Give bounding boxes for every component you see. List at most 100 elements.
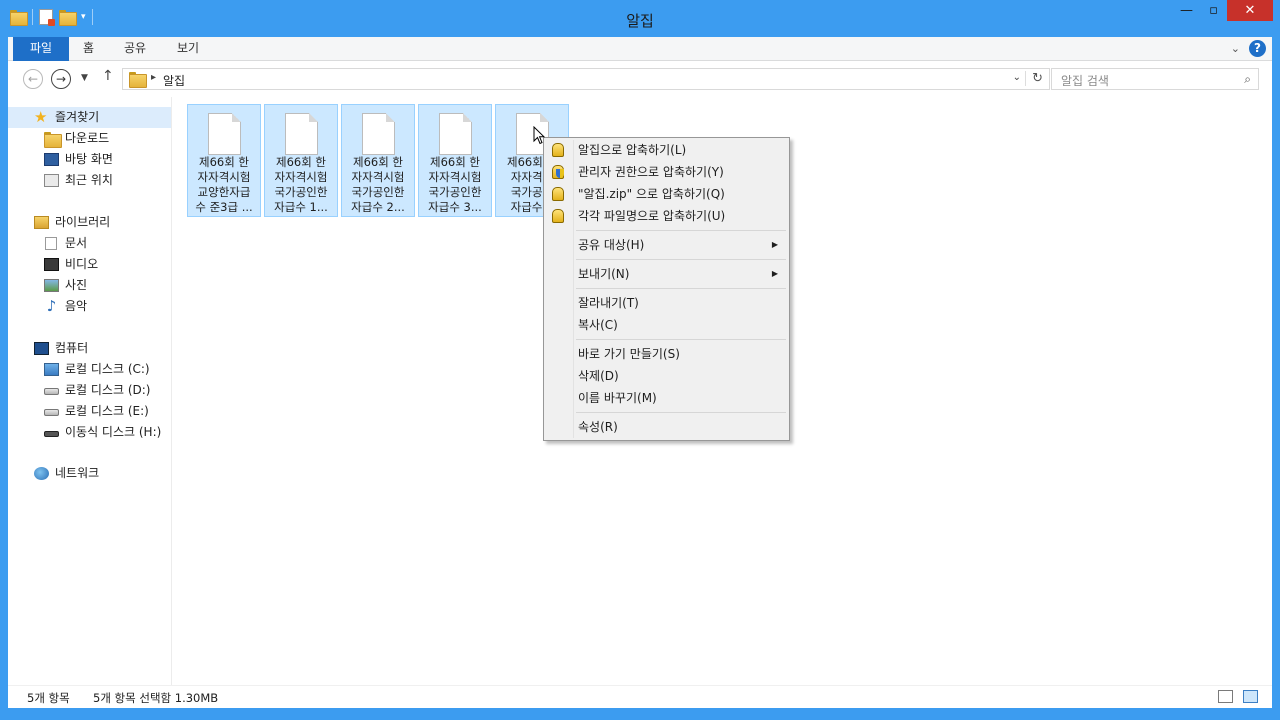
- menu-item-cut[interactable]: 잘라내기(T): [578, 293, 786, 313]
- system-drive-icon: [44, 363, 59, 376]
- alzip-icon: [552, 209, 564, 223]
- tab-share[interactable]: 공유: [124, 37, 146, 61]
- menu-item-share-with[interactable]: 공유 대상(H) ▶: [578, 235, 786, 255]
- menu-item-label: 알집으로 압축하기(L): [578, 143, 687, 157]
- alzip-icon: [552, 187, 564, 201]
- search-placeholder: 알집 검색: [1061, 74, 1109, 88]
- sidebar-item-documents[interactable]: 문서: [8, 233, 171, 254]
- removable-drive-icon: [44, 431, 59, 437]
- title-bar: ▾ 알집 — ▫ ✕: [0, 0, 1280, 37]
- submenu-arrow-icon: ▶: [771, 240, 778, 249]
- sidebar-item-label: 로컬 디스크 (C:): [65, 362, 150, 376]
- library-icon: [34, 216, 49, 229]
- menu-item-send-to[interactable]: 보내기(N) ▶: [578, 264, 786, 284]
- breadcrumb-current[interactable]: 알집: [163, 72, 185, 89]
- file-item[interactable]: 제66회 한 자자격시험 국가공인한 자급수 2...: [341, 104, 415, 217]
- drive-icon: [44, 388, 59, 395]
- sidebar-item-label: 최근 위치: [65, 173, 113, 187]
- sidebar-item-label: 즐겨찾기: [55, 110, 100, 124]
- sidebar-item-label: 로컬 디스크 (E:): [65, 404, 149, 418]
- navigation-pane: ★ 즐겨찾기 다운로드 바탕 화면 최근 위치 라이브러리 문서 비디오 사진 …: [8, 97, 172, 685]
- help-icon[interactable]: ?: [1249, 40, 1266, 57]
- sidebar-item-pictures[interactable]: 사진: [8, 275, 171, 296]
- file-name: 제66회 한 자자격시험 국가공인한 자급수 2...: [351, 155, 405, 214]
- menu-item-label: 이름 바꾸기(M): [578, 391, 657, 405]
- menu-item-label: 바로 가기 만들기(S): [578, 347, 680, 361]
- up-button[interactable]: ↑: [102, 68, 114, 84]
- menu-item-label: 각각 파일명으로 압축하기(U): [578, 209, 726, 223]
- tab-file[interactable]: 파일: [13, 37, 69, 61]
- menu-item-label: 속성(R): [578, 420, 618, 434]
- file-item[interactable]: 제66회 한 자자격시험 교양한자급 수 준3급 ...: [187, 104, 261, 217]
- refresh-icon[interactable]: ↻: [1025, 71, 1043, 86]
- sidebar-item-network[interactable]: 네트워크: [8, 463, 171, 484]
- sidebar-item-label: 컴퓨터: [55, 341, 89, 355]
- sidebar-item-drive-c[interactable]: 로컬 디스크 (C:): [8, 359, 171, 380]
- recent-locations-icon[interactable]: ▼: [81, 73, 88, 83]
- star-icon: ★: [34, 108, 48, 126]
- sidebar-item-downloads[interactable]: 다운로드: [8, 128, 171, 149]
- view-switcher: [1218, 690, 1258, 703]
- menu-item-compress-to-zip[interactable]: "알집.zip" 으로 압축하기(Q): [578, 184, 786, 204]
- close-button[interactable]: ✕: [1227, 0, 1273, 21]
- window-title: 알집: [626, 12, 654, 30]
- music-icon: ♪: [46, 297, 57, 315]
- window-controls: — ▫ ✕: [1173, 0, 1273, 21]
- sidebar-item-drive-e[interactable]: 로컬 디스크 (E:): [8, 401, 171, 422]
- sidebar-item-label: 이동식 디스크 (H:): [65, 425, 162, 439]
- download-folder-icon: [44, 132, 62, 148]
- search-icon[interactable]: ⌕: [1244, 72, 1251, 87]
- documents-icon: [45, 237, 57, 250]
- forward-button[interactable]: →: [51, 69, 71, 89]
- mouse-cursor-icon: [533, 126, 545, 145]
- address-bar[interactable]: ▸ 알집 ⌄ ↻: [122, 68, 1050, 90]
- menu-item-compress-alzip[interactable]: 알집으로 압축하기(L): [578, 140, 786, 160]
- tab-home[interactable]: 홈: [83, 37, 94, 61]
- sidebar-item-desktop[interactable]: 바탕 화면: [8, 149, 171, 170]
- menu-separator: [576, 288, 786, 289]
- menu-separator: [576, 259, 786, 260]
- minimize-button[interactable]: —: [1173, 0, 1200, 21]
- menu-item-compress-each[interactable]: 각각 파일명으로 압축하기(U): [578, 206, 786, 226]
- document-icon: [362, 113, 395, 155]
- sidebar-item-label: 바탕 화면: [65, 152, 113, 166]
- search-box[interactable]: 알집 검색 ⌕: [1051, 68, 1259, 90]
- computer-icon: [34, 342, 49, 355]
- menu-item-label: "알집.zip" 으로 압축하기(Q): [578, 187, 725, 201]
- sidebar-item-libraries[interactable]: 라이브러리: [8, 212, 171, 233]
- menu-item-rename[interactable]: 이름 바꾸기(M): [578, 388, 786, 408]
- sidebar-item-videos[interactable]: 비디오: [8, 254, 171, 275]
- menu-item-copy[interactable]: 복사(C): [578, 315, 786, 335]
- menu-item-compress-admin[interactable]: 관리자 권한으로 압축하기(Y): [578, 162, 786, 182]
- sidebar-item-recent[interactable]: 최근 위치: [8, 170, 171, 191]
- sidebar-item-music[interactable]: ♪ 음악: [8, 296, 171, 317]
- explorer-window: ▾ 알집 — ▫ ✕ 파일 홈 공유 보기 ⌄ ? ← → ▼ ↑ ▸ 알집 ⌄…: [0, 0, 1280, 720]
- menu-item-label: 공유 대상(H): [578, 238, 645, 252]
- menu-gutter: [573, 140, 574, 438]
- navigation-bar: ← → ▼ ↑ ▸ 알집 ⌄ ↻ 알집 검색 ⌕: [8, 61, 1272, 97]
- sidebar-item-drive-d[interactable]: 로컬 디스크 (D:): [8, 380, 171, 401]
- sidebar-item-favorites[interactable]: ★ 즐겨찾기: [8, 107, 171, 128]
- sidebar-item-label: 문서: [65, 236, 88, 250]
- expand-ribbon-icon[interactable]: ⌄: [1231, 42, 1240, 55]
- pictures-icon: [44, 279, 59, 292]
- address-dropdown-icon[interactable]: ⌄: [1013, 72, 1021, 83]
- maximize-button[interactable]: ▫: [1200, 0, 1227, 21]
- menu-item-delete[interactable]: 삭제(D): [578, 366, 786, 386]
- sidebar-item-drive-h[interactable]: 이동식 디스크 (H:): [8, 422, 171, 443]
- menu-item-create-shortcut[interactable]: 바로 가기 만들기(S): [578, 344, 786, 364]
- back-button[interactable]: ←: [23, 69, 43, 89]
- sidebar-item-label: 음악: [65, 299, 88, 313]
- details-view-icon[interactable]: [1218, 690, 1233, 703]
- tab-view[interactable]: 보기: [177, 37, 199, 61]
- menu-item-label: 보내기(N): [578, 267, 630, 281]
- selection-info: 5개 항목 선택함 1.30MB: [93, 691, 219, 705]
- menu-item-properties[interactable]: 속성(R): [578, 417, 786, 437]
- large-icons-view-icon[interactable]: [1243, 690, 1258, 703]
- sidebar-item-label: 네트워크: [55, 466, 100, 480]
- sidebar-item-computer[interactable]: 컴퓨터: [8, 338, 171, 359]
- file-item[interactable]: 제66회 한 자자격시험 국가공인한 자급수 3...: [418, 104, 492, 217]
- sidebar-item-label: 사진: [65, 278, 88, 292]
- file-item[interactable]: 제66회 한 자자격시험 국가공인한 자급수 1...: [264, 104, 338, 217]
- breadcrumb-chevron-icon[interactable]: ▸: [151, 72, 156, 83]
